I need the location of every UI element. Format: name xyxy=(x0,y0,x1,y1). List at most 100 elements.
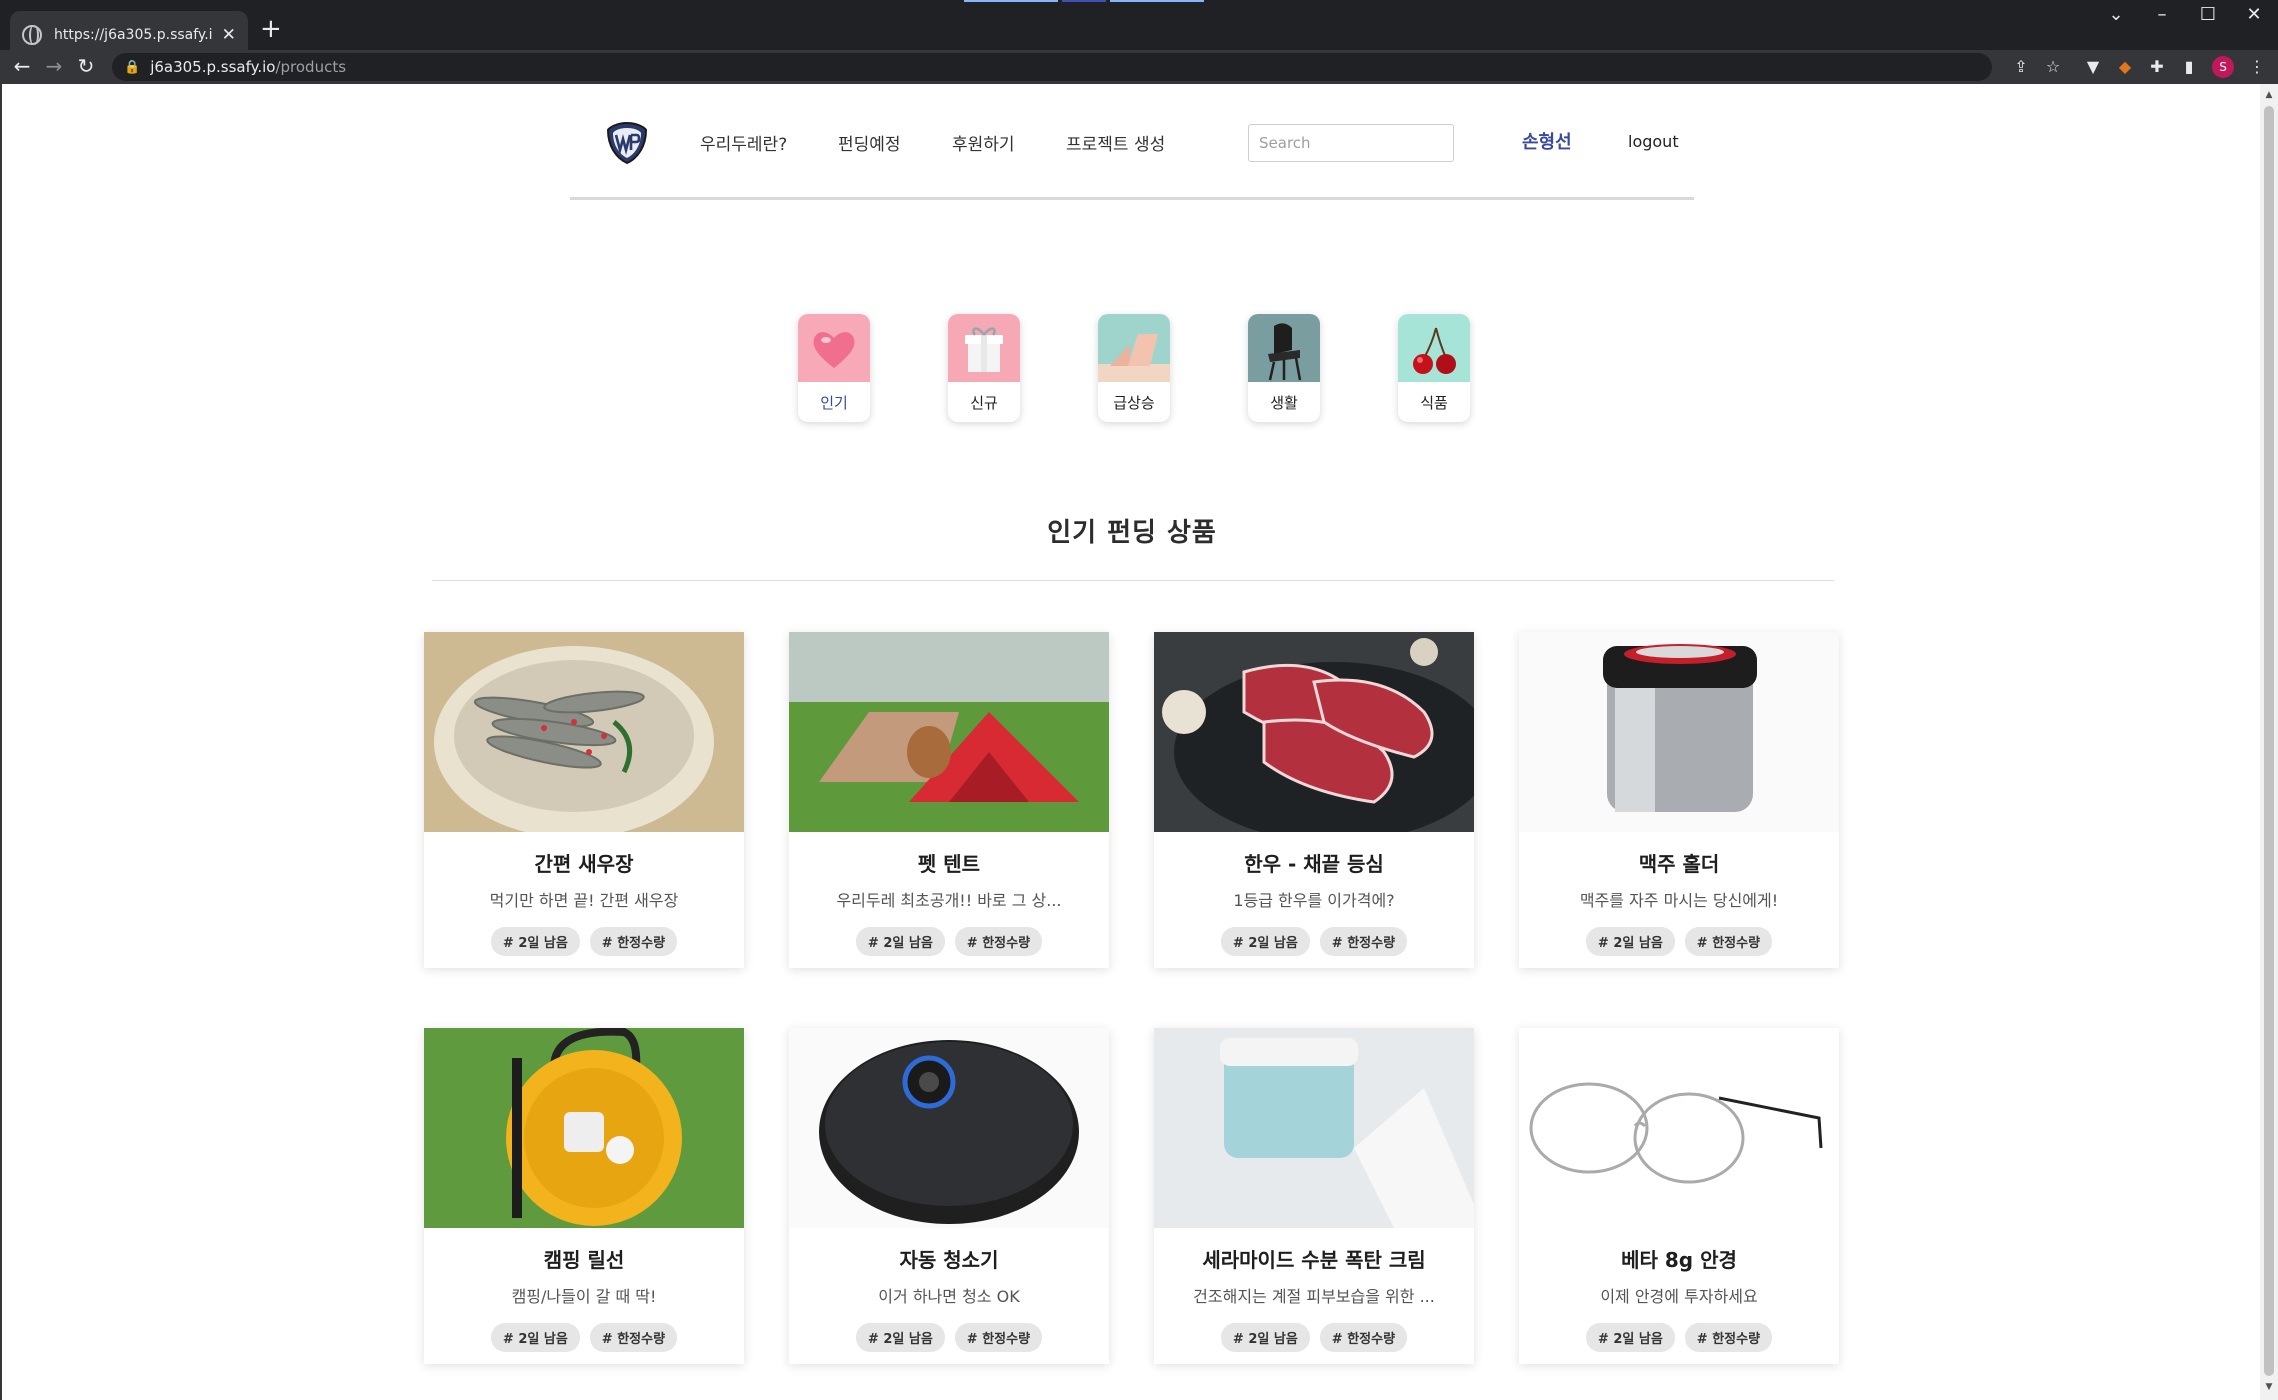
side-panel-icon[interactable]: ▮ xyxy=(2178,56,2200,78)
category-label: 인기 xyxy=(820,393,848,412)
product-card[interactable]: 베타 8g 안경 이제 안경에 투자하세요 # 2일 남음 # 한정수량 xyxy=(1519,1028,1839,1364)
product-card[interactable]: 맥주 홀더 맥주를 자주 마시는 당신에게! # 2일 남음 # 한정수량 xyxy=(1519,632,1839,968)
nav-sponsor[interactable]: 후원하기 xyxy=(952,130,1015,155)
tag-limited: # 한정수량 xyxy=(589,927,678,956)
category-label: 신규 xyxy=(970,393,998,412)
tag-days-left: # 2일 남음 xyxy=(1220,927,1310,956)
product-image xyxy=(789,1028,1109,1228)
window-edge xyxy=(964,0,1058,2)
tag-days-left: # 2일 남음 xyxy=(1585,1323,1675,1352)
heart-icon xyxy=(798,314,870,382)
tag-days-left: # 2일 남음 xyxy=(490,1323,580,1352)
product-title: 간편 새우장 xyxy=(534,852,634,876)
share-icon[interactable]: ⇪ xyxy=(2010,56,2032,78)
site-logo-icon[interactable] xyxy=(604,120,650,166)
category-food[interactable]: 식품 xyxy=(1398,314,1470,422)
product-description: 캠핑/나들이 갈 때 딱! xyxy=(511,1287,657,1306)
logout-button[interactable]: logout xyxy=(1628,132,1679,151)
browser-toolbar: ← → ↻ 🔒 j6a305.p.ssafy.io/products ⇪ ☆ ▼… xyxy=(0,50,2278,84)
window-close-icon[interactable]: ✕ xyxy=(2240,4,2268,25)
product-image xyxy=(1519,1028,1839,1228)
product-image xyxy=(1154,632,1474,832)
window-edge xyxy=(1110,0,1204,2)
section-title: 인기 펀딩 상품 xyxy=(1047,518,1217,548)
url-text: j6a305.p.ssafy.io/products xyxy=(150,58,347,76)
tag-days-left: # 2일 남음 xyxy=(1585,927,1675,956)
product-title: 세라마이드 수분 폭탄 크림 xyxy=(1202,1248,1426,1272)
product-card[interactable]: 세라마이드 수분 폭탄 크림 건조해지는 계절 피부보습을 위한 ... # 2… xyxy=(1154,1028,1474,1364)
product-card[interactable]: 간편 새우장 먹기만 하면 끝! 간편 새우장 # 2일 남음 # 한정수량 xyxy=(424,632,744,968)
tag-days-left: # 2일 남음 xyxy=(1220,1323,1310,1352)
tag-limited: # 한정수량 xyxy=(1684,927,1773,956)
product-description: 먹기만 하면 끝! 간편 새우장 xyxy=(489,891,679,910)
category-popular[interactable]: 인기 xyxy=(798,314,870,422)
section-divider xyxy=(432,580,1834,581)
product-image xyxy=(1154,1028,1474,1228)
category-living[interactable]: 생활 xyxy=(1248,314,1320,422)
nav-about[interactable]: 우리두레란? xyxy=(700,130,787,155)
scroll-up-arrow-icon[interactable]: ▲ xyxy=(2264,90,2274,100)
product-image xyxy=(424,632,744,832)
address-bar[interactable]: 🔒 j6a305.p.ssafy.io/products xyxy=(112,53,1992,81)
product-card[interactable]: 캠핑 릴선 캠핑/나들이 갈 때 딱! # 2일 남음 # 한정수량 xyxy=(424,1028,744,1364)
product-description: 이거 하나면 청소 OK xyxy=(878,1287,1020,1306)
back-icon[interactable]: ← xyxy=(8,52,36,80)
tab-search-icon[interactable]: ⌄ xyxy=(2102,4,2130,25)
lock-icon: 🔒 xyxy=(124,59,141,75)
product-description: 우리두레 최초공개!! 바로 그 상... xyxy=(836,891,1062,910)
page-scrollbar[interactable]: ▲ ▼ xyxy=(2260,84,2278,1400)
close-tab-icon[interactable]: ✕ xyxy=(221,25,236,45)
tag-limited: # 한정수량 xyxy=(1684,1323,1773,1352)
category-label: 식품 xyxy=(1420,393,1448,412)
category-new[interactable]: 신규 xyxy=(948,314,1020,422)
product-card[interactable]: 한우 - 채끝 등심 1등급 한우를 이가격에? # 2일 남음 # 한정수량 xyxy=(1154,632,1474,968)
globe-icon xyxy=(22,24,42,45)
product-description: 이제 안경에 투자하세요 xyxy=(1600,1287,1758,1306)
tag-days-left: # 2일 남음 xyxy=(855,1323,945,1352)
profile-avatar[interactable]: S xyxy=(2212,56,2234,78)
forward-icon[interactable]: → xyxy=(40,52,68,80)
extension-v-icon[interactable]: ▼ xyxy=(2082,56,2104,78)
category-label: 급상승 xyxy=(1113,393,1155,412)
product-description: 맥주를 자주 마시는 당신에게! xyxy=(1579,891,1779,910)
metamask-fox-icon[interactable]: ◆ xyxy=(2114,56,2136,78)
nav-upcoming-funding[interactable]: 펀딩예정 xyxy=(838,130,901,155)
tag-limited: # 한정수량 xyxy=(1319,1323,1408,1352)
user-name-link[interactable]: 손형선 xyxy=(1522,128,1572,154)
gift-icon xyxy=(948,314,1020,382)
product-title: 베타 8g 안경 xyxy=(1621,1248,1737,1272)
bookmark-star-icon[interactable]: ☆ xyxy=(2042,56,2064,78)
product-title: 자동 청소기 xyxy=(899,1248,999,1272)
category-label: 생활 xyxy=(1270,393,1298,412)
product-image xyxy=(1519,632,1839,832)
product-card[interactable]: 펫 텐트 우리두레 최초공개!! 바로 그 상... # 2일 남음 # 한정수량 xyxy=(789,632,1109,968)
minimize-icon[interactable]: – xyxy=(2148,4,2176,25)
product-image xyxy=(789,632,1109,832)
product-description: 1등급 한우를 이가격에? xyxy=(1233,891,1395,910)
shapes-icon xyxy=(1098,314,1170,382)
tag-days-left: # 2일 남음 xyxy=(855,927,945,956)
category-rising[interactable]: 급상승 xyxy=(1098,314,1170,422)
chair-icon xyxy=(1248,314,1320,382)
product-card[interactable]: 자동 청소기 이거 하나면 청소 OK # 2일 남음 # 한정수량 xyxy=(789,1028,1109,1364)
cherry-icon xyxy=(1398,314,1470,382)
reload-icon[interactable]: ↻ xyxy=(72,52,100,80)
product-title: 한우 - 채끝 등심 xyxy=(1244,852,1384,876)
page-viewport: 우리두레란? 펀딩예정 후원하기 프로젝트 생성 손형선 logout 인기 신… xyxy=(0,84,2260,1400)
window-edge xyxy=(1062,0,1106,2)
extensions-puzzle-icon[interactable]: ✚ xyxy=(2146,56,2168,78)
product-title: 펫 텐트 xyxy=(917,852,981,876)
new-tab-button[interactable]: + xyxy=(260,14,282,44)
maximize-icon[interactable]: ☐ xyxy=(2194,4,2222,25)
search-input[interactable] xyxy=(1248,124,1454,162)
tag-limited: # 한정수량 xyxy=(589,1323,678,1352)
nav-create-project[interactable]: 프로젝트 생성 xyxy=(1066,130,1165,155)
menu-kebab-icon[interactable]: ⋮ xyxy=(2246,56,2268,78)
tag-limited: # 한정수량 xyxy=(954,927,1043,956)
product-title: 캠핑 릴선 xyxy=(543,1248,625,1272)
scroll-down-arrow-icon[interactable]: ▼ xyxy=(2264,1382,2274,1392)
product-title: 맥주 홀더 xyxy=(1638,852,1720,876)
tag-limited: # 한정수량 xyxy=(1319,927,1408,956)
site-header: 우리두레란? 펀딩예정 후원하기 프로젝트 생성 손형선 logout xyxy=(570,84,1694,200)
scrollbar-thumb[interactable] xyxy=(2264,106,2274,1376)
